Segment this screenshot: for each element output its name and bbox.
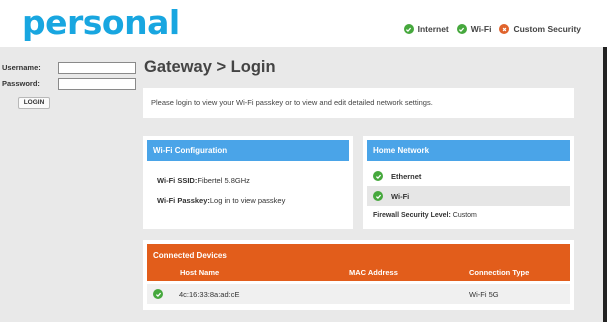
device-connection-type: Wi-Fi 5G	[469, 290, 499, 299]
username-input[interactable]	[58, 61, 136, 74]
x-circle-icon	[499, 24, 510, 34]
connection-status-bar: Internet Wi-Fi Custom Security	[403, 24, 581, 34]
window-edge	[603, 47, 607, 322]
home-network-item-label: Ethernet	[391, 171, 422, 181]
login-form: Username: Password: LOGIN	[0, 61, 140, 109]
username-label: Username:	[2, 63, 41, 72]
intro-text: Please login to view your Wi-Fi passkey …	[151, 98, 433, 107]
device-host-name: 4c:16:33:8a:ad:cE	[179, 290, 240, 299]
check-circle-icon	[456, 24, 467, 34]
home-network-item-wifi: Wi-Fi	[367, 186, 570, 206]
firewall-label: Firewall Security Level:	[373, 212, 451, 219]
status-internet: Internet	[403, 24, 449, 34]
password-label: Password:	[2, 79, 40, 88]
home-network-item-label: Wi-Fi	[391, 191, 410, 201]
password-input[interactable]	[58, 77, 136, 90]
column-header-mac-address: MAC Address	[349, 268, 398, 277]
firewall-level: Firewall Security Level: Custom	[373, 212, 477, 219]
check-circle-icon	[373, 191, 383, 201]
password-row: Password:	[0, 77, 140, 90]
wifi-passkey-value: Log in to view passkey	[209, 196, 286, 205]
check-circle-icon	[373, 171, 383, 181]
firewall-value: Custom	[452, 212, 477, 219]
status-label: Wi-Fi	[470, 24, 492, 34]
wifi-ssid-label: Wi-Fi SSID:	[157, 176, 198, 185]
username-row: Username:	[0, 61, 140, 74]
wifi-ssid-value: Fibertel 5.8GHz	[197, 176, 250, 185]
wifi-configuration-panel: Wi-Fi Configuration Wi-Fi SSID:Fibertel …	[143, 136, 353, 229]
column-header-host-name: Host Name	[180, 268, 220, 277]
check-circle-icon	[153, 289, 163, 299]
check-circle-icon	[403, 24, 414, 34]
status-custom-security: Custom Security	[499, 24, 581, 34]
home-network-panel: Home Network Ethernet Wi-Fi Firewall Sec…	[363, 136, 574, 229]
status-label: Custom Security	[513, 24, 581, 34]
wifi-configuration-title: Wi-Fi Configuration	[147, 140, 349, 161]
table-row: 4c:16:33:8a:ad:cE Wi-Fi 5G	[147, 284, 570, 304]
brand-logo[interactable]: personal	[22, 3, 180, 42]
login-button[interactable]: LOGIN	[18, 97, 50, 109]
intro-panel: Please login to view your Wi-Fi passkey …	[143, 88, 574, 118]
home-network-item-ethernet: Ethernet	[367, 166, 570, 186]
column-header-connection-type: Connection Type	[469, 268, 530, 277]
home-network-title: Home Network	[367, 140, 570, 161]
top-header: personal Internet Wi-Fi Custom Security	[0, 0, 607, 47]
status-wifi: Wi-Fi	[456, 24, 492, 34]
wifi-ssid-line: Wi-Fi SSID:Fibertel 5.8GHz	[157, 176, 250, 185]
connected-devices-header: Connected Devices Host Name MAC Address …	[147, 244, 570, 281]
wifi-passkey-label: Wi-Fi Passkey:	[157, 196, 210, 205]
connected-devices-title: Connected Devices	[153, 251, 227, 260]
status-label: Internet	[417, 24, 449, 34]
page-title: Gateway > Login	[144, 58, 276, 76]
wifi-passkey-line: Wi-Fi Passkey:Log in to view passkey	[157, 196, 285, 205]
connected-devices-panel: Connected Devices Host Name MAC Address …	[143, 240, 574, 310]
